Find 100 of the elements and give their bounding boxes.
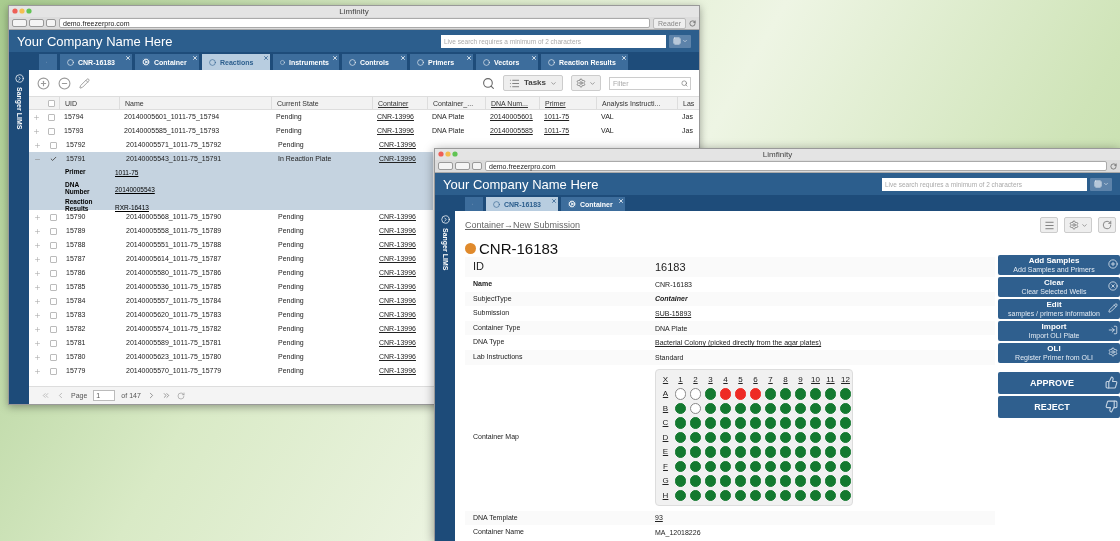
plate-well[interactable]: [764, 431, 777, 444]
plate-well[interactable]: [674, 446, 687, 458]
plate-well[interactable]: [674, 417, 687, 429]
row-checkbox[interactable]: [49, 297, 57, 305]
plate-well[interactable]: [719, 475, 732, 487]
plate-well[interactable]: [809, 417, 822, 429]
plate-well[interactable]: [809, 431, 822, 444]
plate-column-label[interactable]: 1: [678, 375, 683, 384]
plate-well[interactable]: [749, 489, 762, 502]
plate-well[interactable]: [734, 417, 747, 429]
plate-well[interactable]: [719, 460, 732, 473]
plate-well[interactable]: [824, 460, 837, 473]
expand-panel-icon[interactable]: [440, 215, 450, 224]
row-checkbox[interactable]: [49, 325, 57, 333]
plate-well[interactable]: [794, 431, 807, 444]
plate-well[interactable]: [794, 460, 807, 473]
plate-well[interactable]: [704, 402, 717, 415]
plate-well[interactable]: [764, 388, 777, 400]
row-checkbox[interactable]: [49, 141, 57, 149]
plate-well[interactable]: [749, 417, 762, 429]
row-checkbox[interactable]: [49, 241, 57, 249]
plate-well[interactable]: [839, 489, 852, 502]
plate-well[interactable]: [704, 460, 717, 473]
plate-column-label[interactable]: 12: [841, 375, 850, 384]
plate-well[interactable]: [779, 460, 792, 473]
row-checkbox[interactable]: [49, 213, 57, 221]
plate-well[interactable]: [719, 417, 732, 429]
nav-buttons-icon[interactable]: [12, 19, 56, 27]
plate-column-label[interactable]: 11: [826, 375, 835, 384]
nav-buttons-icon[interactable]: [438, 162, 482, 170]
plate-well[interactable]: [749, 475, 762, 487]
plate-well[interactable]: [674, 489, 687, 502]
plate-well[interactable]: [824, 446, 837, 458]
decision-button[interactable]: REJECT: [998, 396, 1120, 418]
plate-well[interactable]: [824, 475, 837, 487]
refresh-button[interactable]: [1098, 217, 1116, 233]
plate-column-label[interactable]: 4: [723, 375, 728, 384]
row-checkbox[interactable]: [48, 127, 55, 135]
plate-well[interactable]: [719, 489, 732, 502]
plate-well[interactable]: [704, 417, 717, 429]
plate-well[interactable]: [719, 446, 732, 458]
plate-well[interactable]: [734, 388, 747, 400]
plate-well[interactable]: [704, 475, 717, 487]
plate-well[interactable]: [824, 489, 837, 502]
row-checkbox[interactable]: [49, 227, 57, 235]
plate-well[interactable]: [824, 388, 837, 400]
grid-menu-button[interactable]: [669, 34, 691, 48]
grid-menu-button[interactable]: [1090, 177, 1112, 191]
plate-well[interactable]: [704, 489, 717, 502]
search-icon[interactable]: [481, 76, 495, 90]
plate-column-label[interactable]: 2: [693, 375, 698, 384]
plate-column-label[interactable]: 8: [783, 375, 788, 384]
plate-well[interactable]: [809, 489, 822, 502]
row-checkbox[interactable]: [49, 339, 57, 347]
plate-well[interactable]: [749, 446, 762, 458]
plate-well[interactable]: [809, 388, 822, 400]
plate-well[interactable]: [809, 402, 822, 415]
plate-well[interactable]: [689, 388, 702, 400]
plate-well[interactable]: [809, 446, 822, 458]
plate-well[interactable]: [749, 402, 762, 415]
plate-well[interactable]: [719, 388, 732, 400]
plate-well[interactable]: [734, 489, 747, 502]
plate-well[interactable]: [689, 417, 702, 429]
row-checkbox[interactable]: [49, 255, 57, 263]
plate-well[interactable]: [779, 489, 792, 502]
plate-well[interactable]: [779, 475, 792, 487]
plate-well[interactable]: [839, 475, 852, 487]
plate-well[interactable]: [779, 431, 792, 444]
plate-row-label[interactable]: B: [662, 404, 669, 413]
tasks-dropdown[interactable]: Tasks: [502, 75, 563, 91]
plate-column-label[interactable]: 9: [798, 375, 803, 384]
plate-well[interactable]: [704, 446, 717, 458]
plate-well[interactable]: [674, 475, 687, 487]
plate-well[interactable]: [689, 475, 702, 487]
plate-column-label[interactable]: 5: [738, 375, 743, 384]
plate-well[interactable]: [839, 417, 852, 429]
plate-well[interactable]: [734, 402, 747, 415]
plate-well[interactable]: [689, 446, 702, 458]
plate-row-label[interactable]: F: [663, 462, 668, 471]
plate-well[interactable]: [779, 402, 792, 415]
plate-well[interactable]: [674, 402, 687, 415]
plate-well[interactable]: [674, 431, 687, 444]
plate-well[interactable]: [764, 489, 777, 502]
expand-panel-icon[interactable]: [14, 74, 24, 83]
plate-row-label[interactable]: E: [662, 448, 669, 457]
plate-well[interactable]: [764, 460, 777, 473]
plate-row-label[interactable]: A: [662, 390, 669, 399]
window-controls-icon[interactable]: [438, 151, 458, 157]
plate-well[interactable]: [734, 431, 747, 444]
plate-well[interactable]: [779, 388, 792, 400]
remove-icon[interactable]: [58, 76, 71, 90]
plate-well[interactable]: [779, 446, 792, 458]
plate-well[interactable]: [749, 388, 762, 400]
plate-column-label[interactable]: 3: [708, 375, 713, 384]
plate-well[interactable]: [839, 431, 852, 444]
plate-well[interactable]: [764, 417, 777, 429]
plate-column-label[interactable]: 10: [811, 375, 820, 384]
row-checkbox[interactable]: [49, 311, 57, 319]
row-checkbox[interactable]: [49, 283, 57, 291]
plate-row-label[interactable]: C: [662, 419, 669, 428]
